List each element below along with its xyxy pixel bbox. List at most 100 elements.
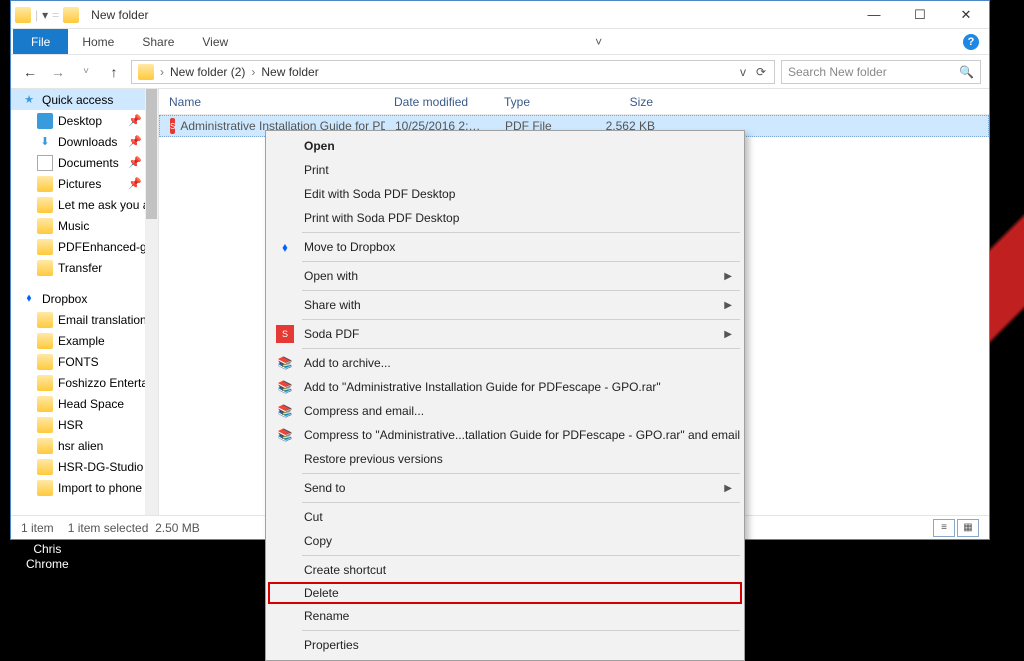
soda-icon: S <box>276 325 294 343</box>
folder-icon <box>37 375 53 391</box>
quick-access-header[interactable]: ★ Quick access <box>11 89 158 110</box>
breadcrumb-path[interactable]: › New folder (2) › New folder v ⟳ <box>131 60 775 84</box>
nav-label: HSR-DG-Studio <box>58 460 143 474</box>
ctx-soda-pdf[interactable]: SSoda PDF▶ <box>268 322 742 346</box>
qat-item[interactable]: ▾ <box>42 8 48 22</box>
ctx-archive[interactable]: 📚Compress to "Administrative...tallation… <box>268 423 742 447</box>
ctx-archive[interactable]: 📚Add to archive... <box>268 351 742 375</box>
view-tab[interactable]: View <box>188 30 242 54</box>
window-title: New folder <box>91 8 148 22</box>
nav-label: HSR <box>58 418 83 432</box>
ctx-cut[interactable]: Cut <box>268 505 742 529</box>
qat-sep: | <box>35 8 38 22</box>
search-input[interactable]: Search New folder 🔍 <box>781 60 981 84</box>
nav-item[interactable]: HSR-DG-Studio <box>11 456 158 477</box>
nav-label: FONTS <box>58 355 99 369</box>
ctx-share-with[interactable]: Share with▶ <box>268 293 742 317</box>
share-tab[interactable]: Share <box>128 30 188 54</box>
nav-item[interactable]: HSR <box>11 414 158 435</box>
nav-item[interactable]: Pictures📌 <box>11 173 158 194</box>
ctx-open-with[interactable]: Open with▶ <box>268 264 742 288</box>
ctx-properties[interactable]: Properties <box>268 633 742 657</box>
path-dropdown[interactable]: v <box>736 65 750 79</box>
submenu-arrow-icon: ▶ <box>724 271 732 282</box>
archive-icon: 📚 <box>276 378 294 396</box>
nav-scrollbar[interactable] <box>145 89 158 515</box>
view-icons-button[interactable]: ▦ <box>957 519 979 537</box>
folder-icon <box>15 7 31 23</box>
nav-label: Example <box>58 334 105 348</box>
dl-icon: ⬇ <box>37 134 53 150</box>
ctx-print[interactable]: Print <box>268 158 742 182</box>
col-name[interactable]: Name <box>159 95 384 109</box>
archive-icon: 📚 <box>276 354 294 372</box>
pdf-icon: S <box>170 118 175 134</box>
col-type[interactable]: Type <box>494 95 594 109</box>
back-button[interactable]: ← <box>19 61 41 83</box>
fold-icon <box>37 176 53 192</box>
titlebar[interactable]: | ▾ = New folder — ☐ ✕ <box>11 1 989 29</box>
nav-item[interactable]: Transfer <box>11 257 158 278</box>
ctx-open[interactable]: Open <box>268 134 742 158</box>
chevron-icon[interactable]: › <box>249 65 257 79</box>
ctx-archive[interactable]: 📚Compress and email... <box>268 399 742 423</box>
file-tab[interactable]: File <box>13 29 68 54</box>
col-size[interactable]: Size <box>594 95 664 109</box>
ctx-dropbox[interactable]: ⬧Move to Dropbox <box>268 235 742 259</box>
search-placeholder: Search New folder <box>788 65 887 79</box>
nav-item[interactable]: Desktop📌 <box>11 110 158 131</box>
nav-item[interactable]: PDFEnhanced-g <box>11 236 158 257</box>
ctx-shortcut[interactable]: Create shortcut <box>268 558 742 582</box>
desktop-bg-accent <box>990 0 1024 582</box>
ctx-send-to[interactable]: Send to▶ <box>268 476 742 500</box>
folder-icon <box>37 396 53 412</box>
ctx-archive[interactable]: 📚Add to "Administrative Installation Gui… <box>268 375 742 399</box>
ctx-separator <box>302 555 740 556</box>
submenu-arrow-icon: ▶ <box>724 483 732 494</box>
search-icon: 🔍 <box>959 65 974 79</box>
refresh-button[interactable]: ⟳ <box>750 65 772 79</box>
chevron-icon[interactable]: › <box>158 65 166 79</box>
up-button[interactable]: ↑ <box>103 61 125 83</box>
pin-icon: 📌 <box>128 135 142 148</box>
dropbox-header[interactable]: ⬧ Dropbox <box>11 288 158 309</box>
ribbon-expand[interactable]: ˅ <box>595 35 602 49</box>
nav-item[interactable]: Music <box>11 215 158 236</box>
ctx-separator <box>302 319 740 320</box>
ctx-copy[interactable]: Copy <box>268 529 742 553</box>
home-tab[interactable]: Home <box>68 30 128 54</box>
col-date[interactable]: Date modified <box>384 95 494 109</box>
breadcrumb-item[interactable]: New folder (2) <box>166 63 249 81</box>
nav-label: Downloads <box>58 135 117 149</box>
recent-button[interactable]: ˅ <box>75 61 97 83</box>
close-button[interactable]: ✕ <box>943 1 989 29</box>
nav-item[interactable]: ⬇ Downloads 📌 <box>11 131 158 152</box>
nav-item[interactable]: Foshizzo Enterta <box>11 372 158 393</box>
view-details-button[interactable]: ≡ <box>933 519 955 537</box>
ctx-print-soda[interactable]: Print with Soda PDF Desktop <box>268 206 742 230</box>
nav-item[interactable]: FONTS <box>11 351 158 372</box>
nav-item[interactable]: Documents📌 <box>11 152 158 173</box>
help-icon[interactable]: ? <box>963 34 979 50</box>
forward-button[interactable]: → <box>47 61 69 83</box>
nav-item[interactable]: Example <box>11 330 158 351</box>
nav-item[interactable]: hsr alien <box>11 435 158 456</box>
scrollbar-thumb[interactable] <box>146 89 157 219</box>
nav-item[interactable]: Head Space <box>11 393 158 414</box>
desktop-shortcut[interactable]: Chris Chrome <box>26 542 69 572</box>
nav-label: Transfer <box>58 261 102 275</box>
status-count: 1 item <box>21 521 54 535</box>
minimize-button[interactable]: — <box>851 1 897 29</box>
folder-icon <box>37 459 53 475</box>
breadcrumb-item[interactable]: New folder <box>257 63 322 81</box>
nav-item[interactable]: Email translation <box>11 309 158 330</box>
nav-item[interactable]: Let me ask you a <box>11 194 158 215</box>
maximize-button[interactable]: ☐ <box>897 1 943 29</box>
column-headers: Name Date modified Type Size <box>159 89 989 115</box>
nav-item[interactable]: Import to phone <box>11 477 158 498</box>
ctx-delete[interactable]: Delete <box>268 582 742 604</box>
ctx-rename[interactable]: Rename <box>268 604 742 628</box>
ctx-restore[interactable]: Restore previous versions <box>268 447 742 471</box>
ctx-edit-soda[interactable]: Edit with Soda PDF Desktop <box>268 182 742 206</box>
nav-pane[interactable]: ★ Quick access Desktop📌 ⬇ Downloads 📌 Docume… <box>11 89 159 515</box>
